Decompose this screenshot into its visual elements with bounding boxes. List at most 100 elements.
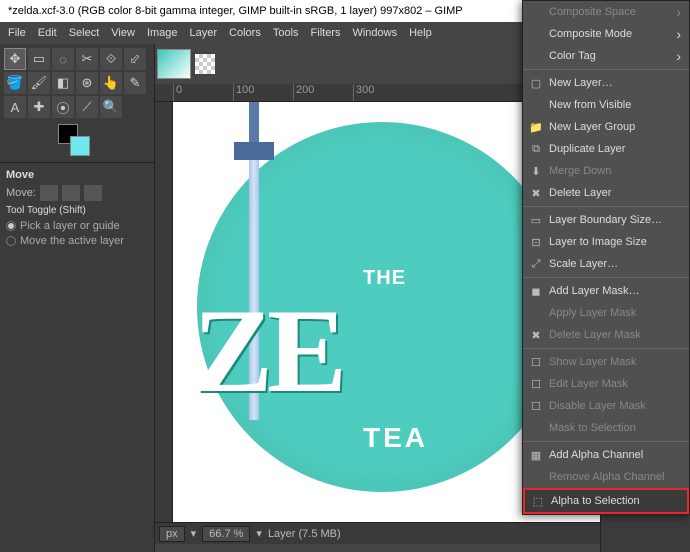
separator	[523, 441, 689, 442]
ctx-add-layer-mask[interactable]: ◼Add Layer Mask…	[523, 280, 689, 302]
ctx-delete-layer-mask[interactable]: ✖Delete Layer Mask	[523, 324, 689, 346]
boundary-icon: ▭	[529, 213, 543, 227]
tool-zoom[interactable]: 🔍	[100, 96, 122, 118]
text-tea: TEA	[363, 422, 428, 454]
ctx-delete-layer[interactable]: ✖Delete Layer	[523, 182, 689, 204]
menu-image[interactable]: Image	[147, 27, 178, 39]
close-image-icon[interactable]	[195, 54, 215, 74]
canvas-content: THE ZE TEA	[173, 102, 513, 502]
ctx-new-layer-group[interactable]: 📁New Layer Group	[523, 116, 689, 138]
tool-crop[interactable]: ✂	[76, 48, 98, 70]
ctx-apply-layer-mask[interactable]: Apply Layer Mask	[523, 302, 689, 324]
menu-select[interactable]: Select	[69, 27, 100, 39]
new-layer-icon: ▢	[529, 76, 543, 90]
layer-info: Layer (7.5 MB)	[268, 528, 341, 540]
image-thumb[interactable]	[157, 49, 191, 79]
ctx-merge-down[interactable]: ⬇Merge Down	[523, 160, 689, 182]
ruler-vertical	[155, 102, 173, 522]
chevron-down-icon[interactable]: ▾	[256, 527, 262, 540]
ctx-alpha-to-selection[interactable]: ⬚Alpha to Selection	[523, 488, 689, 514]
ctx-mask-to-selection[interactable]: Mask to Selection	[523, 417, 689, 439]
move-mode-layer[interactable]	[40, 185, 58, 201]
left-dock: ✥ ▭ ◌ ✂ ⟐ ⬃ 🪣 🖌 ◧ ⊛ 👆 ✎ A ✚ ⦿ ⟋ 🔍 Move M…	[0, 44, 155, 552]
fit-icon: ⊡	[529, 235, 543, 249]
ctx-edit-layer-mask[interactable]: ☐Edit Layer Mask	[523, 373, 689, 395]
tool-brush[interactable]: 🖌	[28, 72, 50, 94]
radio-move-active[interactable]: Move the active layer	[6, 235, 148, 247]
menu-windows[interactable]: Windows	[352, 27, 397, 39]
separator	[523, 277, 689, 278]
selection-icon: ⬚	[531, 494, 545, 508]
menu-view[interactable]: View	[111, 27, 135, 39]
tool-transform[interactable]: ⟐	[100, 48, 122, 70]
alpha-icon: ▦	[529, 448, 543, 462]
title-text: *zelda.xcf-3.0 (RGB color 8-bit gamma in…	[8, 5, 463, 17]
statusbar: px ▾ 66.7 % ▾ Layer (7.5 MB)	[155, 522, 600, 544]
chevron-down-icon[interactable]: ▾	[191, 527, 197, 540]
tool-picker[interactable]: ⦿	[52, 96, 74, 118]
tool-rect-select[interactable]: ▭	[28, 48, 50, 70]
ctx-show-layer-mask[interactable]: ☐Show Layer Mask	[523, 351, 689, 373]
tool-eraser[interactable]: ◧	[52, 72, 74, 94]
menu-layer[interactable]: Layer	[190, 27, 218, 39]
ctx-composite-space[interactable]: Composite Space	[523, 1, 689, 23]
scale-icon: ⤢	[529, 257, 543, 271]
duplicate-icon: ⧉	[529, 142, 543, 156]
menu-help[interactable]: Help	[409, 27, 432, 39]
tool-path[interactable]: ✎	[124, 72, 146, 94]
menu-tools[interactable]: Tools	[273, 27, 299, 39]
separator	[523, 348, 689, 349]
tool-options: Move Move: Tool Toggle (Shift) Pick a la…	[0, 162, 154, 256]
ctx-disable-layer-mask[interactable]: ☐Disable Layer Mask	[523, 395, 689, 417]
checkbox-icon: ☐	[529, 377, 543, 391]
menu-file[interactable]: File	[8, 27, 26, 39]
ctx-new-layer[interactable]: ▢New Layer…	[523, 72, 689, 94]
move-mode-selection[interactable]	[62, 185, 80, 201]
toolbox: ✥ ▭ ◌ ✂ ⟐ ⬃ 🪣 🖌 ◧ ⊛ 👆 ✎ A ✚ ⦿ ⟋ 🔍	[0, 44, 154, 122]
ctx-scale-layer[interactable]: ⤢Scale Layer…	[523, 253, 689, 275]
tool-clone[interactable]: ⊛	[76, 72, 98, 94]
tool-warp[interactable]: ⬃	[124, 48, 146, 70]
checkbox-icon: ☐	[529, 355, 543, 369]
tool-bucket[interactable]: 🪣	[4, 72, 26, 94]
menu-edit[interactable]: Edit	[38, 27, 57, 39]
merge-icon: ⬇	[529, 164, 543, 178]
tool-move[interactable]: ✥	[4, 48, 26, 70]
ctx-layer-boundary[interactable]: ▭Layer Boundary Size…	[523, 209, 689, 231]
tool-toggle-label: Tool Toggle (Shift)	[6, 205, 148, 216]
ctx-new-from-visible[interactable]: New from Visible	[523, 94, 689, 116]
checkbox-icon: ☐	[529, 399, 543, 413]
mask-icon: ◼	[529, 284, 543, 298]
ctx-duplicate-layer[interactable]: ⧉Duplicate Layer	[523, 138, 689, 160]
radio-dot-icon	[6, 221, 16, 231]
unit-selector[interactable]: px	[159, 526, 185, 542]
delete-icon: ✖	[529, 186, 543, 200]
background-color[interactable]	[70, 136, 90, 156]
menu-colors[interactable]: Colors	[229, 27, 261, 39]
ctx-composite-mode[interactable]: Composite Mode	[523, 23, 689, 45]
tool-measure[interactable]: ⟋	[76, 96, 98, 118]
text-the: THE	[363, 267, 406, 290]
ctx-add-alpha[interactable]: ▦Add Alpha Channel	[523, 444, 689, 466]
layer-context-menu: Composite Space Composite Mode Color Tag…	[522, 0, 690, 515]
move-label: Move:	[6, 187, 36, 199]
tool-smudge[interactable]: 👆	[100, 72, 122, 94]
tool-heal[interactable]: ✚	[28, 96, 50, 118]
ctx-remove-alpha[interactable]: Remove Alpha Channel	[523, 466, 689, 488]
text-zelda: ZE	[193, 282, 341, 420]
tool-text[interactable]: A	[4, 96, 26, 118]
color-swatches	[0, 122, 154, 162]
tool-free-select[interactable]: ◌	[52, 48, 74, 70]
radio-dot-icon	[6, 236, 16, 246]
ctx-layer-to-image[interactable]: ⊡Layer to Image Size	[523, 231, 689, 253]
ctx-color-tag[interactable]: Color Tag	[523, 45, 689, 67]
menu-filters[interactable]: Filters	[311, 27, 341, 39]
radio-pick-layer[interactable]: Pick a layer or guide	[6, 220, 148, 232]
folder-icon: 📁	[529, 120, 543, 134]
separator	[523, 69, 689, 70]
move-mode-path[interactable]	[84, 185, 102, 201]
separator	[523, 206, 689, 207]
zoom-level[interactable]: 66.7 %	[202, 526, 250, 542]
delete-mask-icon: ✖	[529, 328, 543, 342]
tool-options-title: Move	[6, 169, 148, 181]
